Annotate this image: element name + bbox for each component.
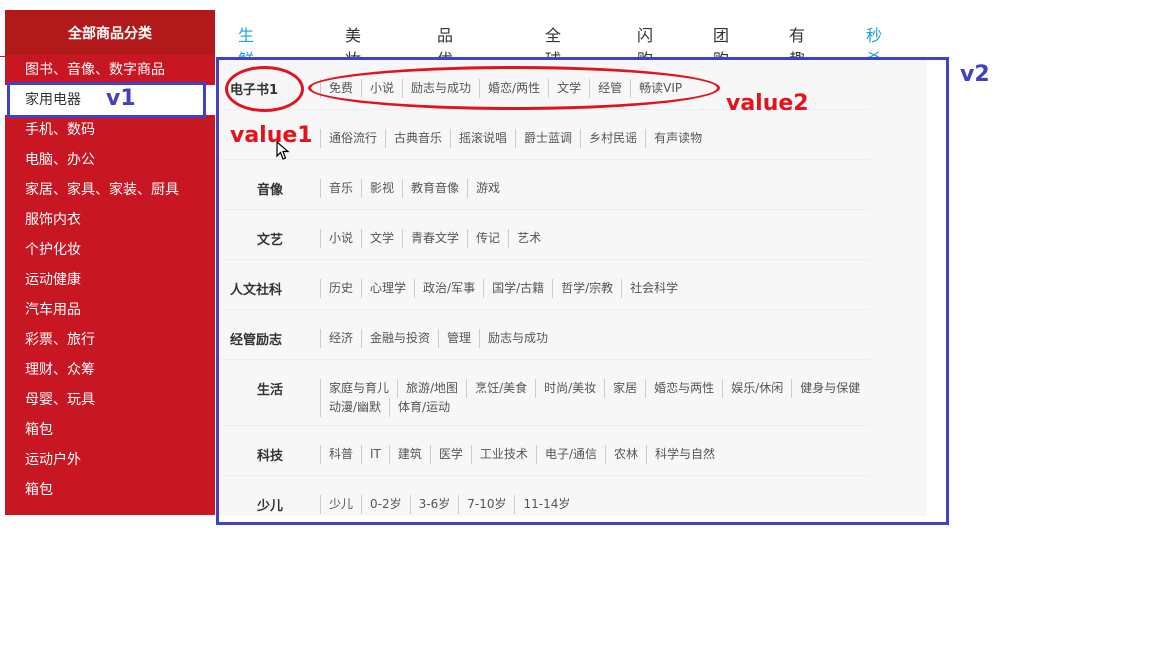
v2-label: v2 (960, 62, 990, 87)
category-item[interactable]: 箱包 (5, 475, 215, 505)
value2-annotation-ellipse (308, 66, 720, 110)
category-item[interactable]: 手机、数码 (5, 115, 215, 145)
category-item[interactable]: 服饰内衣 (5, 205, 215, 235)
category-item[interactable]: 理财、众筹 (5, 355, 215, 385)
category-sidebar: 图书、音像、数字商品 家用电器 手机、数码 电脑、办公 家居、家具、家装、厨具 服饰内衣个… (5, 55, 215, 515)
category-item[interactable]: 母婴、玩具 (5, 385, 215, 415)
category-item[interactable]: 运动户外 (5, 445, 215, 475)
v1-label: v1 (106, 86, 136, 111)
category-item[interactable]: 箱包 (5, 415, 215, 445)
value1-annotation-ellipse (225, 66, 304, 112)
category-item[interactable]: 家居、家具、家装、厨具 (5, 175, 215, 205)
category-item[interactable]: 运动健康 (5, 265, 215, 295)
category-item[interactable]: 汽车用品 (5, 295, 215, 325)
value1-label: value1 (230, 123, 313, 148)
v2-annotation-box (216, 57, 949, 525)
value2-label: value2 (726, 91, 809, 116)
mouse-pointer-icon (276, 141, 290, 160)
category-item[interactable]: 彩票、旅行 (5, 325, 215, 355)
category-item[interactable]: 电脑、办公 (5, 145, 215, 175)
category-header: 全部商品分类 (5, 10, 215, 55)
category-item[interactable]: 图书、音像、数字商品 (5, 55, 215, 85)
category-item[interactable]: 个护化妆 (5, 235, 215, 265)
